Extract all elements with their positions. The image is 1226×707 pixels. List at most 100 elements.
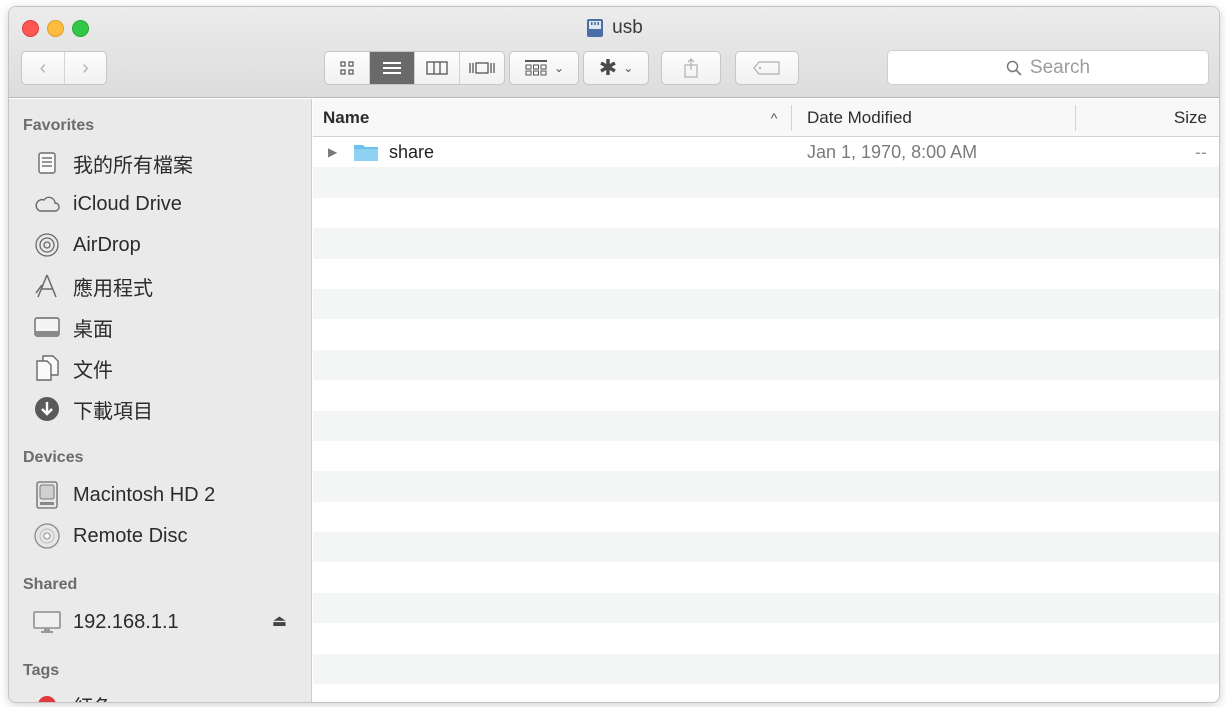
empty-row: [313, 684, 1219, 702]
search-placeholder: Search: [1029, 56, 1091, 78]
empty-row: [313, 167, 1219, 198]
empty-row: [313, 471, 1219, 502]
sidebar-item-label: 192.168.1.1: [73, 610, 179, 633]
tag-button[interactable]: [735, 51, 799, 85]
arrange-grid-icon: [524, 60, 547, 76]
sidebar-item-label: Macintosh HD 2: [73, 483, 216, 506]
all-files-icon: [33, 149, 61, 177]
file-name: share: [389, 141, 435, 162]
eject-icon[interactable]: ⏏: [272, 611, 287, 631]
monitor-icon: [33, 608, 61, 636]
share-icon: [684, 58, 698, 78]
sidebar-item-tag-red[interactable]: 紅色: [33, 687, 303, 703]
list-view-icon: [383, 62, 401, 74]
folder-icon: [353, 137, 381, 167]
list-rows: ▶ share Jan 1, 1970, 8:00 AM --: [313, 137, 1219, 702]
sidebar-item-label: 下載項目: [73, 400, 153, 423]
empty-row: [313, 653, 1219, 685]
back-button[interactable]: ‹: [22, 52, 64, 84]
table-row[interactable]: ▶ share Jan 1, 1970, 8:00 AM --: [313, 137, 1219, 167]
sidebar-item-label: 桌面: [73, 318, 113, 341]
tag-color-dot-icon: [33, 691, 61, 702]
list-view-button[interactable]: [369, 52, 414, 84]
forward-button[interactable]: ›: [63, 52, 106, 84]
sidebar-item-label: 我的所有檔案: [73, 154, 193, 177]
icon-view-button[interactable]: [325, 52, 369, 84]
empty-row: [313, 259, 1219, 289]
sidebar-item-label: 文件: [73, 359, 113, 382]
disclosure-triangle-icon[interactable]: ▶: [328, 137, 337, 167]
empty-row: [313, 410, 1219, 441]
sidebar-item-label: AirDrop: [73, 233, 141, 256]
sidebar-item-label: 紅色: [73, 691, 113, 703]
cloud-icon: [33, 190, 61, 218]
column-view-icon: [426, 61, 448, 75]
action-button[interactable]: ✱ ⌄: [583, 51, 649, 85]
disc-icon: [33, 522, 61, 550]
sidebar-item-documents[interactable]: 文件: [33, 350, 303, 386]
tag-icon: [753, 61, 780, 75]
cover-flow-button[interactable]: [459, 52, 504, 84]
sidebar-item-all-files[interactable]: 我的所有檔案: [33, 145, 303, 181]
sidebar-item-macintosh-hd[interactable]: Macintosh HD 2: [33, 477, 303, 513]
airdrop-icon: [33, 231, 61, 259]
cover-flow-icon: [469, 62, 495, 74]
sidebar-section-devices: Devices: [23, 449, 84, 466]
window-title: usb: [9, 17, 1219, 39]
chevron-right-icon: ›: [82, 56, 89, 79]
sidebar-item-remote-disc[interactable]: Remote Disc: [33, 518, 303, 554]
empty-row: [313, 198, 1219, 228]
list-header: Name ^ Date Modified Size: [313, 99, 1219, 137]
sort-ascending-icon: ^: [770, 110, 778, 126]
sidebar-section-favorites: Favorites: [23, 117, 95, 134]
share-button[interactable]: [661, 51, 721, 85]
search-icon: [1006, 60, 1022, 76]
documents-icon: [33, 354, 61, 382]
sidebar-item-label: 應用程式: [73, 277, 153, 300]
empty-row: [313, 288, 1219, 320]
column-divider[interactable]: [1075, 105, 1076, 131]
finder-window: usb ‹ › ⌄ ✱ ⌄ Search Favorites 我的所有檔案 iC…: [8, 6, 1220, 703]
empty-row: [313, 623, 1219, 653]
sidebar-item-downloads[interactable]: 下載項目: [33, 391, 303, 427]
sidebar-section-tags: Tags: [23, 662, 60, 679]
sidebar-section-shared: Shared: [23, 576, 78, 593]
empty-row: [313, 319, 1219, 349]
empty-row: [313, 592, 1219, 624]
column-header-name[interactable]: Name: [323, 99, 793, 137]
column-header-date-modified[interactable]: Date Modified: [807, 99, 1077, 137]
file-list: Name ^ Date Modified Size ▶ share Jan 1,…: [313, 99, 1219, 702]
file-date-modified: Jan 1, 1970, 8:00 AM: [807, 141, 978, 162]
hard-drive-icon: [33, 481, 61, 509]
downloads-icon: [33, 395, 61, 423]
view-mode-segmented-control: [324, 51, 505, 85]
search-field[interactable]: Search: [887, 50, 1209, 85]
sidebar-item-airdrop[interactable]: AirDrop: [33, 227, 303, 263]
window-title-text: usb: [612, 17, 643, 38]
sidebar-item-icloud-drive[interactable]: iCloud Drive: [33, 186, 303, 222]
empty-row: [313, 380, 1219, 410]
column-header-size[interactable]: Size: [1174, 99, 1207, 137]
sidebar-item-desktop[interactable]: 桌面: [33, 309, 303, 345]
empty-row: [313, 532, 1219, 563]
empty-row: [313, 228, 1219, 259]
toolbar: usb ‹ › ⌄ ✱ ⌄ Search: [9, 7, 1219, 98]
chevron-down-icon: ⌄: [553, 61, 565, 75]
sidebar-item-server[interactable]: 192.168.1.1 ⏏: [33, 604, 303, 640]
chevron-down-icon: ⌄: [623, 61, 634, 75]
file-size: --: [1195, 141, 1207, 162]
arrange-button[interactable]: ⌄: [509, 51, 579, 85]
desktop-icon: [33, 313, 61, 341]
sidebar-item-label: Remote Disc: [73, 524, 188, 547]
empty-row: [313, 349, 1219, 381]
empty-row: [313, 562, 1219, 592]
empty-row: [313, 502, 1219, 532]
icon-view-icon: [340, 61, 354, 75]
navigation-buttons: ‹ ›: [21, 51, 107, 85]
gear-icon: ✱: [598, 55, 618, 80]
sidebar-item-applications[interactable]: 應用程式: [33, 268, 303, 304]
empty-row: [313, 441, 1219, 471]
column-divider[interactable]: [791, 105, 792, 131]
column-view-button[interactable]: [414, 52, 459, 84]
chevron-left-icon: ‹: [39, 56, 47, 79]
